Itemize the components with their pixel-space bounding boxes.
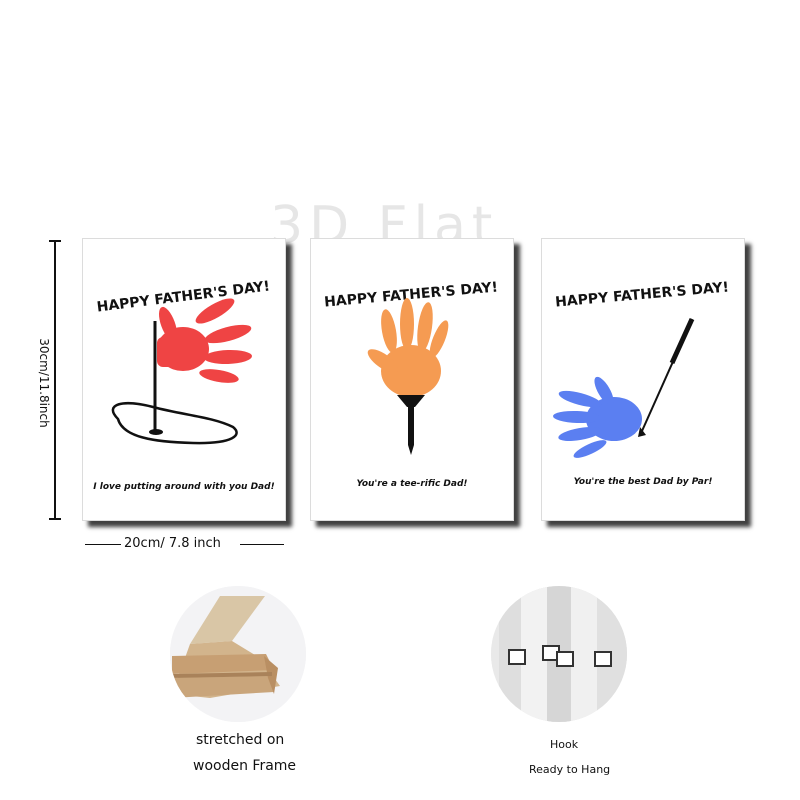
canvas-2-artwork: HAPPY FATHER'S DAY! xyxy=(324,279,499,455)
orange-handprint-icon xyxy=(367,298,449,397)
hook-photo xyxy=(491,586,627,722)
canvas-caption: You're the best Dad by Par! xyxy=(573,477,713,487)
canvas-panel-2: HAPPY FATHER'S DAY! You're a tee-rific D… xyxy=(310,238,514,521)
heading-text: HAPPY FATHER'S DAY! xyxy=(96,278,271,315)
frame-label-line1: stretched on xyxy=(196,732,285,748)
canvas-1-artwork: HAPPY FATHER'S DAY! xyxy=(96,278,271,445)
height-dimension-line xyxy=(49,240,61,520)
width-dimension-line-left xyxy=(85,544,121,545)
width-dimension-line-right xyxy=(240,544,284,545)
canvas-caption: I love putting around with you Dad! xyxy=(93,482,275,492)
blue-handprint-icon xyxy=(553,376,642,458)
canvas-panel-3: HAPPY FATHER'S DAY! You're the best Dad … xyxy=(541,238,745,521)
hook-label-line2: Ready to Hang xyxy=(529,763,611,776)
width-dimension-label: 20cm/ 7.8 inch xyxy=(124,536,221,551)
heading-text: HAPPY FATHER'S DAY! xyxy=(555,279,730,310)
canvas-panel-1: HAPPY FATHER'S DAY! I love putting aroun… xyxy=(82,238,286,521)
golf-tee-icon xyxy=(397,395,425,455)
hook-label-line1: Hook xyxy=(550,738,579,751)
hook-icon xyxy=(491,586,627,722)
wooden-frame-icon xyxy=(170,586,306,722)
frame-label-line2: wooden Frame xyxy=(193,758,297,774)
height-dimension-label: 30cm/11.8inch xyxy=(37,335,51,431)
red-handprint-icon xyxy=(157,298,252,383)
canvas-caption: You're a tee-rific Dad! xyxy=(356,479,468,489)
wooden-frame-photo xyxy=(170,586,306,722)
golf-club-icon xyxy=(638,317,695,437)
